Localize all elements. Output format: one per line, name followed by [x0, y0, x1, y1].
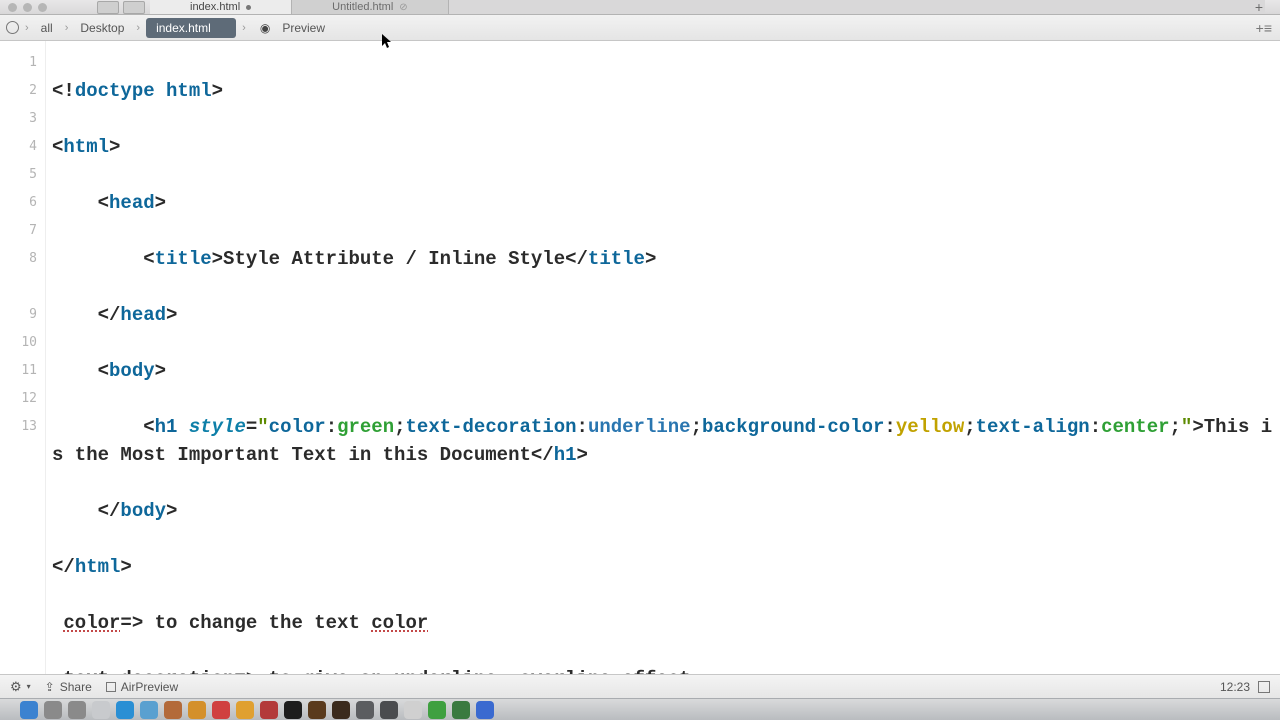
dock-app-8[interactable]: [212, 701, 230, 719]
dock-app-6[interactable]: [164, 701, 182, 719]
tab-label: index.html: [190, 0, 240, 15]
add-tab-button[interactable]: +: [1251, 0, 1267, 15]
chevron-right-icon: ›: [136, 22, 140, 34]
chevron-right-icon: ›: [65, 22, 69, 34]
settings-gear-button[interactable]: ⚙▾: [10, 679, 31, 695]
dock-app-14[interactable]: [356, 701, 374, 719]
code-editor[interactable]: 1 2 3 4 5 6 7 8 9 10 11 12 13 <!doctype …: [0, 41, 1280, 674]
tab-untitled-html[interactable]: Untitled.html ⊘: [292, 0, 449, 14]
mac-close-button[interactable]: [8, 3, 17, 12]
dock-app-4[interactable]: [116, 701, 134, 719]
dock-app-9[interactable]: [236, 701, 254, 719]
breadcrumb-toolbar: › all › Desktop › index.html ⌄ › ◉ Previ…: [0, 15, 1280, 41]
gear-icon: ⚙: [10, 679, 22, 695]
tab-index-html[interactable]: index.html: [150, 0, 292, 14]
navigate-icon[interactable]: [6, 21, 19, 34]
clock-label: 12:23: [1220, 680, 1250, 694]
dock-app-12[interactable]: [308, 701, 326, 719]
breadcrumb-folder[interactable]: Desktop: [74, 19, 130, 37]
tab-label: Untitled.html: [332, 0, 393, 15]
dock-app-18[interactable]: [452, 701, 470, 719]
chevron-right-icon: ›: [25, 22, 29, 34]
mac-minimize-button[interactable]: [23, 3, 32, 12]
chevron-down-icon: ⌄: [216, 21, 226, 35]
code-content[interactable]: <!doctype html> <html> <head> <title>Sty…: [46, 41, 1280, 674]
eye-icon: ◉: [260, 21, 270, 35]
toolbar-layout-icon[interactable]: [97, 1, 119, 14]
mac-zoom-button[interactable]: [38, 3, 47, 12]
tab-strip: index.html Untitled.html ⊘ +: [150, 0, 1265, 15]
chevron-right-icon: ›: [242, 22, 246, 34]
breadcrumb-preview[interactable]: Preview: [276, 19, 331, 37]
dock-app-5[interactable]: [140, 701, 158, 719]
dock-app-11[interactable]: [284, 701, 302, 719]
airpreview-button[interactable]: AirPreview: [106, 680, 178, 694]
tab-close-icon[interactable]: ⊘: [399, 0, 407, 15]
dock-app-1[interactable]: [44, 701, 62, 719]
window-mode-icon[interactable]: [1258, 681, 1270, 693]
line-number-gutter: 1 2 3 4 5 6 7 8 9 10 11 12 13: [0, 41, 46, 674]
dock-app-19[interactable]: [476, 701, 494, 719]
breadcrumb-file[interactable]: index.html ⌄: [146, 18, 236, 38]
dock-app-10[interactable]: [260, 701, 278, 719]
screen-icon: [106, 682, 116, 692]
dock-app-15[interactable]: [380, 701, 398, 719]
dock-app-7[interactable]: [188, 701, 206, 719]
dock-app-16[interactable]: [404, 701, 422, 719]
dock-app-0[interactable]: [20, 701, 38, 719]
dirty-indicator-icon: [246, 5, 251, 10]
dock-app-13[interactable]: [332, 701, 350, 719]
status-bar: ⚙▾ ⇪Share AirPreview 12:23: [0, 674, 1280, 698]
dock-app-17[interactable]: [428, 701, 446, 719]
dock-app-2[interactable]: [68, 701, 86, 719]
toolbar-split-icon[interactable]: [123, 1, 145, 14]
breadcrumb-root[interactable]: all: [35, 19, 59, 37]
dock-app-3[interactable]: [92, 701, 110, 719]
macos-dock: [0, 698, 1280, 720]
add-pane-button[interactable]: +≡: [1256, 15, 1272, 41]
share-icon: ⇪: [45, 680, 55, 694]
share-button[interactable]: ⇪Share: [45, 680, 92, 694]
